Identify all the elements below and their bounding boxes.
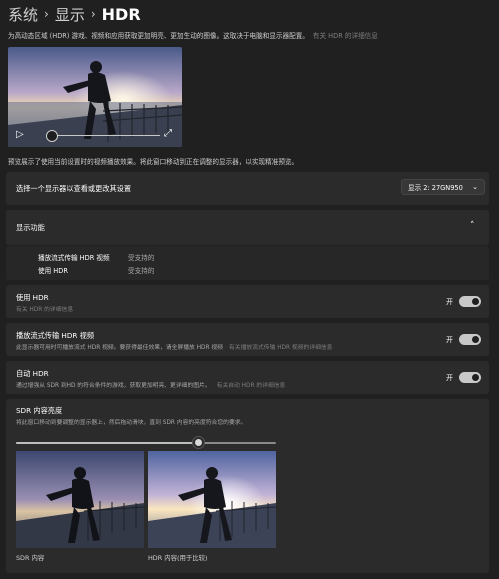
sdr-sample-image [16, 451, 144, 548]
stream-hdr-state: 开 [446, 335, 453, 344]
sdr-brightness-label: SDR 内容亮度 [16, 406, 63, 415]
capabilities-body: 播放流式传输 HDR 视频 受支持的 使用 HDR 受支持的 [6, 246, 489, 280]
hdr-sample-caption: HDR 内容(用于比较) [148, 554, 208, 562]
toggle-knob [472, 298, 479, 305]
auto-hdr-toggle-wrap: 开 [446, 372, 481, 383]
auto-hdr-card: 自动 HDR 通过增强从 SDR 到HD 的符合条件的游戏，获取更加明亮、更详细… [6, 361, 489, 394]
auto-hdr-toggle[interactable] [459, 372, 481, 383]
stream-hdr-desc: 此显示器可用时可播放流式 HDR 视频。要获得最佳效果，请全屏播放 HDR 视频… [16, 342, 332, 351]
sdr-brightness-slider-fill [16, 442, 198, 444]
stream-hdr-link[interactable]: 有关播放流式传输 HDR 视频的详细信息 [229, 345, 333, 351]
chevron-right-icon: › [44, 7, 49, 21]
use-hdr-link-text[interactable]: 有关 HDR 的详细信息 [16, 307, 73, 313]
auto-hdr-label: 自动 HDR [16, 369, 49, 378]
breadcrumb-system[interactable]: 系统 [8, 4, 38, 25]
preview-note: 预览展示了使用当前设置时的视频播放效果。将此窗口移动到正在调整的显示器，以实现精… [8, 158, 299, 166]
page-title: HDR [101, 4, 141, 24]
display-select-dropdown[interactable]: 显示 2: 27GN950 ⌄ [401, 179, 485, 195]
hdr-sample-picture [148, 451, 276, 548]
capability-key: 播放流式传输 HDR 视频 [38, 254, 110, 262]
sdr-brightness-desc: 将此窗口移动到要调整的显示器上，然后拖动滑块，直到 SDR 内容的亮度符合您的要… [16, 420, 247, 426]
chevron-right-icon: › [90, 7, 96, 21]
display-select-card: 选择一个显示器以查看或更改其设置 显示 2: 27GN950 ⌄ [6, 172, 489, 205]
capabilities-title: 显示功能 [16, 223, 45, 232]
stream-hdr-card: 播放流式传输 HDR 视频 此显示器可用时可播放流式 HDR 视频。要获得最佳效… [6, 323, 489, 356]
display-select-label: 选择一个显示器以查看或更改其设置 [16, 184, 132, 193]
toggle-knob [472, 374, 479, 381]
stream-hdr-label: 播放流式传输 HDR 视频 [16, 331, 95, 340]
toggle-knob [472, 336, 479, 343]
stream-hdr-toggle-wrap: 开 [446, 334, 481, 345]
sdr-brightness-card: SDR 内容亮度 将此窗口移动到要调整的显示器上，然后拖动滑块，直到 SDR 内… [6, 399, 489, 573]
preview-controls: ▷ ⤢ [8, 126, 182, 146]
hdr-info-link[interactable]: 有关 HDR 的详细信息 [313, 32, 378, 40]
use-hdr-card: 使用 HDR 有关 HDR 的详细信息 开 [6, 285, 489, 318]
auto-hdr-link[interactable]: 有关自动 HDR 的详细信息 [217, 383, 286, 389]
auto-hdr-desc: 通过增强从 SDR 到HD 的符合条件的游戏，获取更加明亮、更详细的图片。 有关自… [16, 380, 285, 389]
capability-row: 播放流式传输 HDR 视频 受支持的 [38, 252, 154, 262]
use-hdr-state: 开 [446, 297, 453, 306]
use-hdr-toggle[interactable] [459, 296, 481, 307]
sdr-sample-picture [16, 451, 144, 548]
use-hdr-toggle-wrap: 开 [446, 296, 481, 307]
stream-hdr-desc-text: 此显示器可用时可播放流式 HDR 视频。要获得最佳效果，请全屏播放 HDR 视频 [16, 345, 223, 351]
expand-icon[interactable]: ⤢ [164, 128, 172, 140]
capability-key: 使用 HDR [38, 267, 68, 275]
capability-value: 受支持的 [128, 267, 155, 275]
sdr-sample-caption: SDR 内容 [16, 554, 45, 562]
preview-seek-thumb[interactable] [45, 130, 58, 142]
preview-seek-track[interactable] [46, 135, 160, 136]
stream-hdr-toggle[interactable] [459, 334, 481, 345]
capabilities-header[interactable]: 显示功能 ˄ [6, 210, 489, 245]
auto-hdr-desc-text: 通过增强从 SDR 到HD 的符合条件的游戏，获取更加明亮、更详细的图片。 [16, 383, 211, 389]
display-select-value: 显示 2: 27GN950 [408, 184, 463, 192]
sdr-brightness-slider-thumb[interactable] [192, 437, 204, 448]
breadcrumb: 系统 › 显示 › HDR [8, 2, 141, 26]
use-hdr-link[interactable]: 有关 HDR 的详细信息 [16, 304, 73, 313]
play-icon[interactable]: ▷ [16, 129, 24, 141]
capability-value: 受支持的 [128, 254, 155, 262]
hdr-sample-image [148, 451, 276, 548]
breadcrumb-display[interactable]: 显示 [55, 4, 85, 25]
page-description: 为高动态区域 (HDR) 游戏、视频和应用获取更加明亮、更加生动的图像。这取决于… [8, 30, 496, 40]
page-description-text: 为高动态区域 (HDR) 游戏、视频和应用获取更加明亮、更加生动的图像。这取决于… [8, 32, 309, 40]
chevron-up-icon[interactable]: ˄ [470, 221, 475, 231]
use-hdr-label: 使用 HDR [16, 293, 49, 302]
chevron-down-icon: ⌄ [472, 183, 478, 191]
capability-row: 使用 HDR 受支持的 [38, 265, 154, 275]
auto-hdr-state: 开 [446, 373, 453, 382]
